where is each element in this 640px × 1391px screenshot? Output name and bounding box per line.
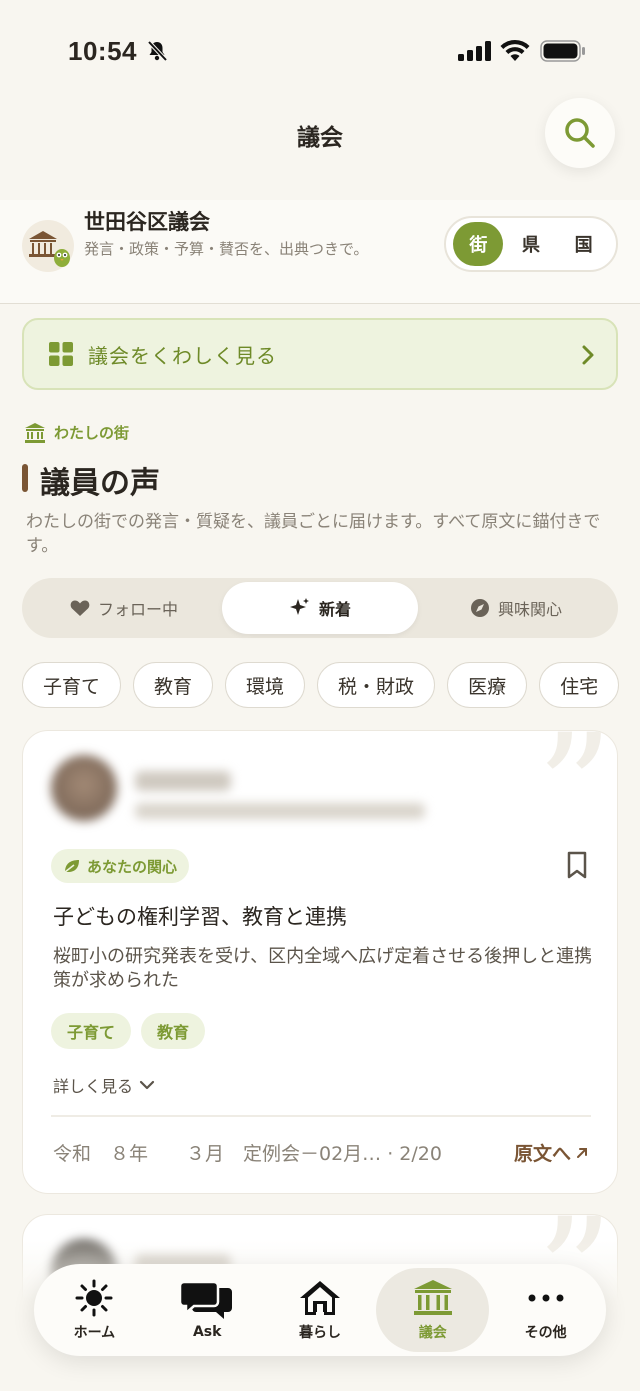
grid-icon	[49, 342, 73, 366]
chip-childcare[interactable]: 子育て	[22, 662, 122, 708]
feed-tabs: フォロー中 新着 興味関心	[22, 578, 618, 638]
heart-icon	[70, 600, 90, 616]
chat-bubbles-icon	[180, 1280, 233, 1319]
tab-more-label: その他	[524, 1325, 567, 1341]
section-kicker-label: わたしの街	[54, 424, 130, 442]
tab-assembly-label: 議会	[418, 1325, 447, 1341]
chip-education[interactable]: 教育	[133, 662, 214, 708]
card-summary: 桜町小の研究発表を受け、区内全域へ広げ定着させる後押しと連携策が求められた	[53, 946, 593, 991]
tab-home-label: ホーム	[73, 1325, 116, 1341]
interest-badge-label: あなたの関心	[87, 857, 178, 876]
more-dots-icon	[528, 1294, 564, 1302]
tab-ask[interactable]: Ask	[151, 1268, 264, 1352]
chevron-right-icon	[582, 345, 594, 365]
quote-mark-icon: ”	[536, 730, 613, 877]
source-link-label: 原文へ	[513, 1143, 571, 1165]
search-icon	[565, 118, 595, 148]
tab-living[interactable]: 暮らし	[264, 1268, 377, 1352]
section-title: 議員の声	[40, 466, 160, 501]
sparkle-icon	[289, 598, 309, 615]
tab-interests-label: 興味関心	[497, 600, 562, 619]
assembly-mascot-icon	[29, 231, 70, 267]
section-title-accent	[22, 464, 28, 492]
bell-muted-icon	[147, 40, 168, 62]
tab-ask-label: Ask	[192, 1324, 222, 1340]
sun-icon	[75, 1279, 113, 1317]
card-title: 子どもの権利学習、教育と連携	[53, 905, 347, 929]
card-tag[interactable]: 子育て	[51, 1013, 132, 1049]
member-name-blurred	[135, 771, 231, 791]
assembly-name: 世田谷区議会	[84, 210, 210, 234]
tab-home[interactable]: ホーム	[38, 1268, 151, 1352]
card-tag[interactable]: 教育	[141, 1013, 206, 1049]
section-description: わたしの街での発言・質疑を、議員ごとに届けます。すべて原文に錨付きです。	[26, 512, 601, 556]
status-bar: 10:54	[0, 0, 640, 100]
assembly-header: 世田谷区議会 発言・政策・予算・賛否を、出典つきで。 街 県 国	[0, 200, 640, 304]
bottom-tab-bar: ホーム Ask 暮らし 議会 その他	[34, 1264, 606, 1356]
card-divider	[51, 1115, 591, 1117]
statement-card[interactable]: ” あなたの関心 子どもの権利学習、教育と連携 桜町小の研究発表を受け、区内全域…	[22, 730, 618, 1194]
chip-medical[interactable]: 医療	[447, 662, 528, 708]
tab-living-label: 暮らし	[298, 1325, 341, 1341]
status-time: 10:54	[68, 36, 137, 66]
bookmark-icon[interactable]	[567, 851, 587, 879]
banner-label: 議会をくわしく見る	[88, 343, 277, 368]
topic-chips: 子育て 教育 環境 税・財政 医療 住宅	[22, 662, 640, 708]
assembly-description: 発言・政策・予算・賛否を、出典つきで。	[84, 240, 369, 258]
member-meta-blurred	[135, 803, 425, 819]
leaf-icon	[64, 860, 79, 873]
assembly-building-icon	[25, 422, 45, 443]
tab-more[interactable]: その他	[489, 1268, 602, 1352]
source-link[interactable]: 原文へ	[514, 1139, 589, 1166]
level-city-button[interactable]: 街	[453, 222, 504, 266]
chevron-down-icon	[139, 1080, 155, 1090]
tab-assembly[interactable]: 議会	[376, 1268, 490, 1352]
assembly-avatar	[22, 220, 74, 272]
house-icon	[299, 1281, 340, 1315]
card-tags: 子育て 教育	[51, 1013, 206, 1049]
interest-badge: あなたの関心	[51, 849, 190, 883]
chip-housing[interactable]: 住宅	[539, 662, 620, 708]
chip-environment[interactable]: 環境	[225, 662, 306, 708]
see-more-button[interactable]: 詳しく見る	[53, 1073, 155, 1097]
tab-new-label: 新着	[318, 600, 351, 619]
tab-following-label: フォロー中	[97, 600, 178, 619]
wifi-icon	[500, 39, 530, 61]
tab-interests[interactable]: 興味関心	[418, 582, 614, 634]
assembly-building-icon	[413, 1280, 452, 1315]
battery-icon	[540, 40, 585, 62]
arrow-up-right-icon	[577, 1147, 587, 1158]
section-kicker: わたしの街	[24, 422, 129, 443]
page-title: 議会	[297, 125, 343, 151]
assembly-detail-banner[interactable]: 議会をくわしく見る	[22, 318, 618, 390]
level-national-button[interactable]: 国	[559, 222, 609, 266]
compass-icon	[470, 599, 489, 617]
card-session-info: 令和 ８年 ３月 定例会－02月… · 2/20	[53, 1143, 442, 1165]
cellular-signal-icon	[458, 41, 491, 61]
see-more-label: 詳しく見る	[53, 1077, 134, 1096]
member-avatar[interactable]	[51, 755, 117, 821]
chip-tax-finance[interactable]: 税・財政	[317, 662, 436, 708]
tab-new[interactable]: 新着	[222, 582, 418, 634]
level-prefecture-button[interactable]: 県	[506, 222, 556, 266]
search-button[interactable]	[545, 98, 615, 168]
tab-following[interactable]: フォロー中	[26, 582, 222, 634]
level-selector: 街 県 国	[444, 216, 618, 272]
